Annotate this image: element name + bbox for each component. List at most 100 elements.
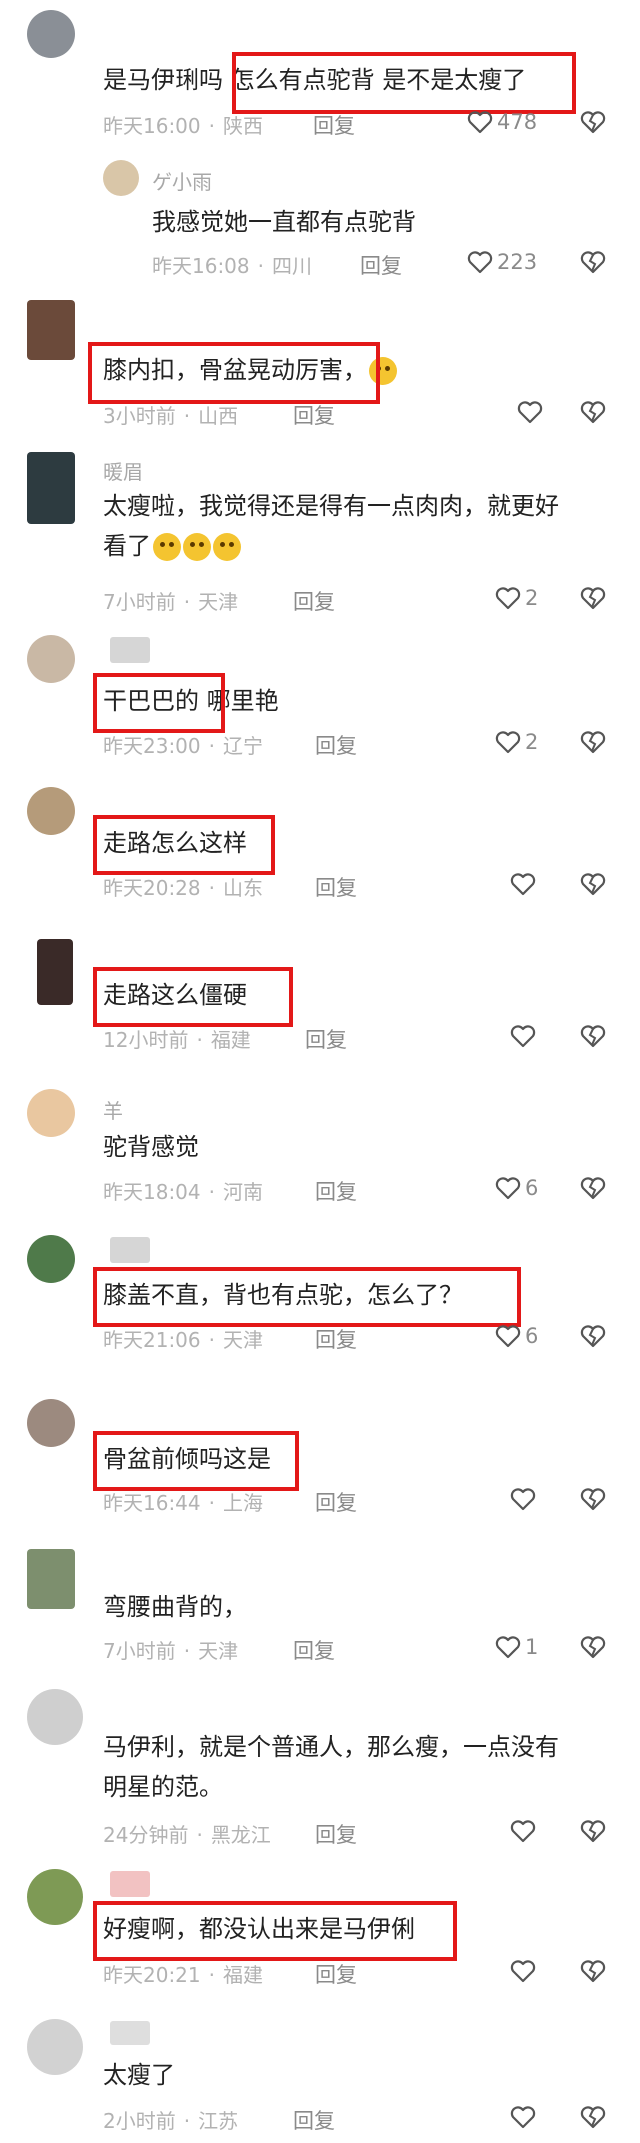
comment-time: 昨天18:04 (103, 1180, 201, 1204)
like-button[interactable] (510, 1819, 536, 1843)
like-count: 223 (497, 250, 538, 274)
dislike-button[interactable] (580, 250, 606, 274)
reply-button[interactable]: 回复 (315, 1176, 357, 1206)
dislike-button[interactable] (580, 1176, 606, 1200)
reply-button[interactable]: 回复 (293, 2105, 335, 2135)
heart-icon (467, 250, 493, 274)
reply-button[interactable]: 回复 (360, 250, 402, 280)
avatar[interactable] (27, 787, 75, 835)
comment-location: 天津 (223, 1328, 263, 1352)
like-button[interactable]: 2 (495, 586, 538, 610)
dislike-button[interactable] (580, 400, 606, 424)
comment-item: 骨盆前倾吗这是 昨天16:44 · 上海 回复 (0, 1359, 640, 1515)
dislike-button[interactable] (580, 2105, 606, 2129)
reply-button[interactable]: 回复 (293, 400, 335, 430)
avatar[interactable] (27, 1689, 83, 1745)
comment-item: 暖眉 太瘦啦，我觉得还是得有一点肉肉，就更好 看了 7小时前 · 天津 回复 2 (0, 440, 640, 625)
heart-icon (495, 1176, 521, 1200)
avatar[interactable] (27, 300, 75, 360)
avatar[interactable] (27, 1089, 75, 1137)
like-button[interactable]: 223 (467, 250, 537, 274)
comment-item: 马伊利，就是个普通人，那么瘦，一点没有 明星的范。 24分钟前 · 黑龙江 回复 (0, 1659, 640, 1849)
like-button[interactable] (510, 1024, 536, 1048)
username[interactable]: ゲ小雨 (152, 166, 212, 195)
blurred-username (110, 1871, 150, 1897)
avatar[interactable] (27, 1235, 75, 1283)
reply-button[interactable]: 回复 (293, 586, 335, 616)
dislike-button[interactable] (580, 1959, 606, 1983)
broken-heart-icon (580, 1959, 606, 1983)
comment-location: 辽宁 (223, 734, 263, 758)
broken-heart-icon (580, 1176, 606, 1200)
like-button[interactable]: 6 (495, 1176, 538, 1200)
like-button[interactable]: 6 (495, 1324, 538, 1348)
like-button[interactable]: 1 (495, 1635, 538, 1659)
comment-meta: 24分钟前 · 黑龙江 (103, 1823, 271, 1847)
avatar[interactable] (27, 452, 75, 524)
like-button[interactable] (510, 2105, 536, 2129)
comment-meta: 3小时前 · 山西 (103, 404, 239, 428)
reply-button[interactable]: 回复 (315, 1324, 357, 1354)
avatar[interactable] (27, 2019, 83, 2075)
avatar[interactable] (27, 1399, 75, 1447)
comment-item: 干巴巴的 哪里艳 昨天23:00 · 辽宁 回复 2 (0, 625, 640, 767)
highlight-box (93, 967, 293, 1027)
comment-meta: 7小时前 · 天津 (103, 590, 239, 614)
avatar[interactable] (27, 1869, 83, 1925)
comment-time: 昨天23:00 (103, 734, 201, 758)
reply-button[interactable]: 回复 (315, 1959, 357, 1989)
dislike-button[interactable] (580, 730, 606, 754)
dislike-button[interactable] (580, 1324, 606, 1348)
heart-icon (517, 400, 543, 424)
comment-text-line2: 明星的范。 (103, 1773, 223, 1801)
reply-button[interactable]: 回复 (313, 110, 355, 140)
broken-heart-icon (580, 250, 606, 274)
dislike-button[interactable] (580, 1487, 606, 1511)
comment-meta: 昨天16:00 · 陕西 (103, 114, 263, 138)
dislike-button[interactable] (580, 1819, 606, 1843)
dislike-button[interactable] (580, 872, 606, 896)
avatar[interactable] (27, 10, 75, 58)
highlight-box (93, 1901, 457, 1961)
comment-location: 陕西 (223, 114, 263, 138)
reply-button[interactable]: 回复 (315, 872, 357, 902)
reply-button[interactable]: 回复 (315, 1819, 357, 1849)
dislike-button[interactable] (580, 110, 606, 134)
avatar[interactable] (27, 1549, 75, 1609)
dislike-button[interactable] (580, 1635, 606, 1659)
comment-item: 膝盖不直，背也有点驼，怎么了？ 昨天21:06 · 天津 回复 6 (0, 1209, 640, 1359)
broken-heart-icon (580, 1819, 606, 1843)
dislike-button[interactable] (580, 586, 606, 610)
like-button[interactable]: 2 (495, 730, 538, 754)
highlight-box (93, 815, 275, 875)
heart-icon (495, 1635, 521, 1659)
comment-text: 我感觉她一直都有点驼背 (152, 208, 416, 236)
heart-icon (495, 730, 521, 754)
reply-button[interactable]: 回复 (315, 730, 357, 760)
like-button[interactable] (510, 1959, 536, 1983)
broken-heart-icon (580, 1324, 606, 1348)
heart-icon (510, 1487, 536, 1511)
username[interactable]: 暖眉 (103, 456, 143, 485)
avatar[interactable] (27, 635, 75, 683)
heart-icon (510, 1024, 536, 1048)
comment-time: 12小时前 (103, 1028, 189, 1052)
username[interactable]: 羊 (103, 1095, 123, 1124)
comment-meta: 昨天20:28 · 山东 (103, 876, 263, 900)
avatar[interactable] (37, 939, 73, 1005)
like-button[interactable]: 478 (467, 110, 537, 134)
comment-location: 四川 (272, 254, 312, 278)
like-button[interactable] (510, 1487, 536, 1511)
dislike-button[interactable] (580, 1024, 606, 1048)
avatar[interactable] (103, 160, 139, 196)
heart-icon (510, 872, 536, 896)
heart-icon (510, 1819, 536, 1843)
thinking-emoji-icon (183, 533, 211, 561)
reply-button[interactable]: 回复 (305, 1024, 347, 1054)
like-button[interactable] (510, 872, 536, 896)
comment-item: 走路这么僵硬 12小时前 · 福建 回复 (0, 909, 640, 1059)
comment-meta: 2小时前 · 江苏 (103, 2109, 239, 2133)
like-button[interactable] (517, 400, 543, 424)
blurred-username (110, 637, 150, 663)
broken-heart-icon (580, 1487, 606, 1511)
